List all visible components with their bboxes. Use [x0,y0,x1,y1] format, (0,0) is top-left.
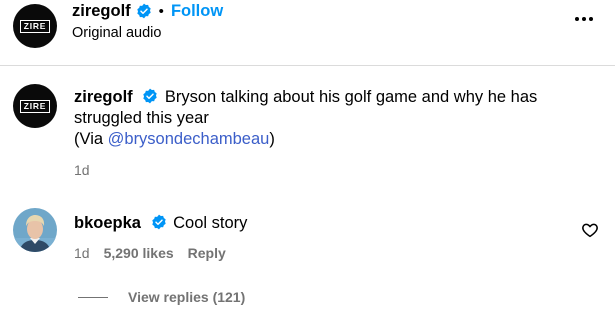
verified-badge-icon [136,3,151,19]
user-photo [13,208,57,252]
verified-badge-icon [143,88,157,104]
more-horizontal-icon [575,17,593,21]
comment-timestamp[interactable]: 1d [74,245,90,261]
replies-divider-line [78,296,108,298]
post-header: ZIRE ziregolf • Follow Original audio [0,0,615,66]
more-options-button[interactable] [571,6,597,32]
via-prefix: (Via [74,130,108,148]
caption-text: ziregolf Bryson talking about his golf g… [74,87,574,150]
header-username[interactable]: ziregolf [72,2,131,21]
reply-button[interactable]: Reply [188,245,226,261]
view-replies-label: View replies (121) [128,289,246,305]
comment-likes[interactable]: 5,290 likes [104,245,174,261]
zire-logo: ZIRE [19,19,51,33]
caption-username[interactable]: ziregolf [74,88,133,106]
verified-badge-icon [151,214,166,230]
ziregolf-avatar[interactable]: ZIRE [13,4,57,48]
bkoepka-avatar[interactable] [13,208,57,252]
caption-timestamp[interactable]: 1d [74,162,90,178]
follow-button[interactable]: Follow [171,2,223,21]
comment-username[interactable]: bkoepka [74,214,141,232]
original-audio-link[interactable]: Original audio [72,25,161,41]
header-title-row: ziregolf • Follow [72,1,223,21]
comment-meta: 1d 5,290 likes Reply [74,245,240,261]
caption-avatar[interactable]: ZIRE [13,84,57,128]
zire-logo: ZIRE [19,99,51,113]
via-suffix: ) [269,130,275,148]
comment-body: Cool story [173,214,248,232]
heart-icon[interactable] [581,221,599,239]
mention-link[interactable]: @brysondechambeau [108,130,270,148]
comment-text: bkoepka Cool story [74,213,247,234]
separator-dot: • [158,2,164,20]
view-replies-button[interactable]: View replies (121) [78,289,245,305]
